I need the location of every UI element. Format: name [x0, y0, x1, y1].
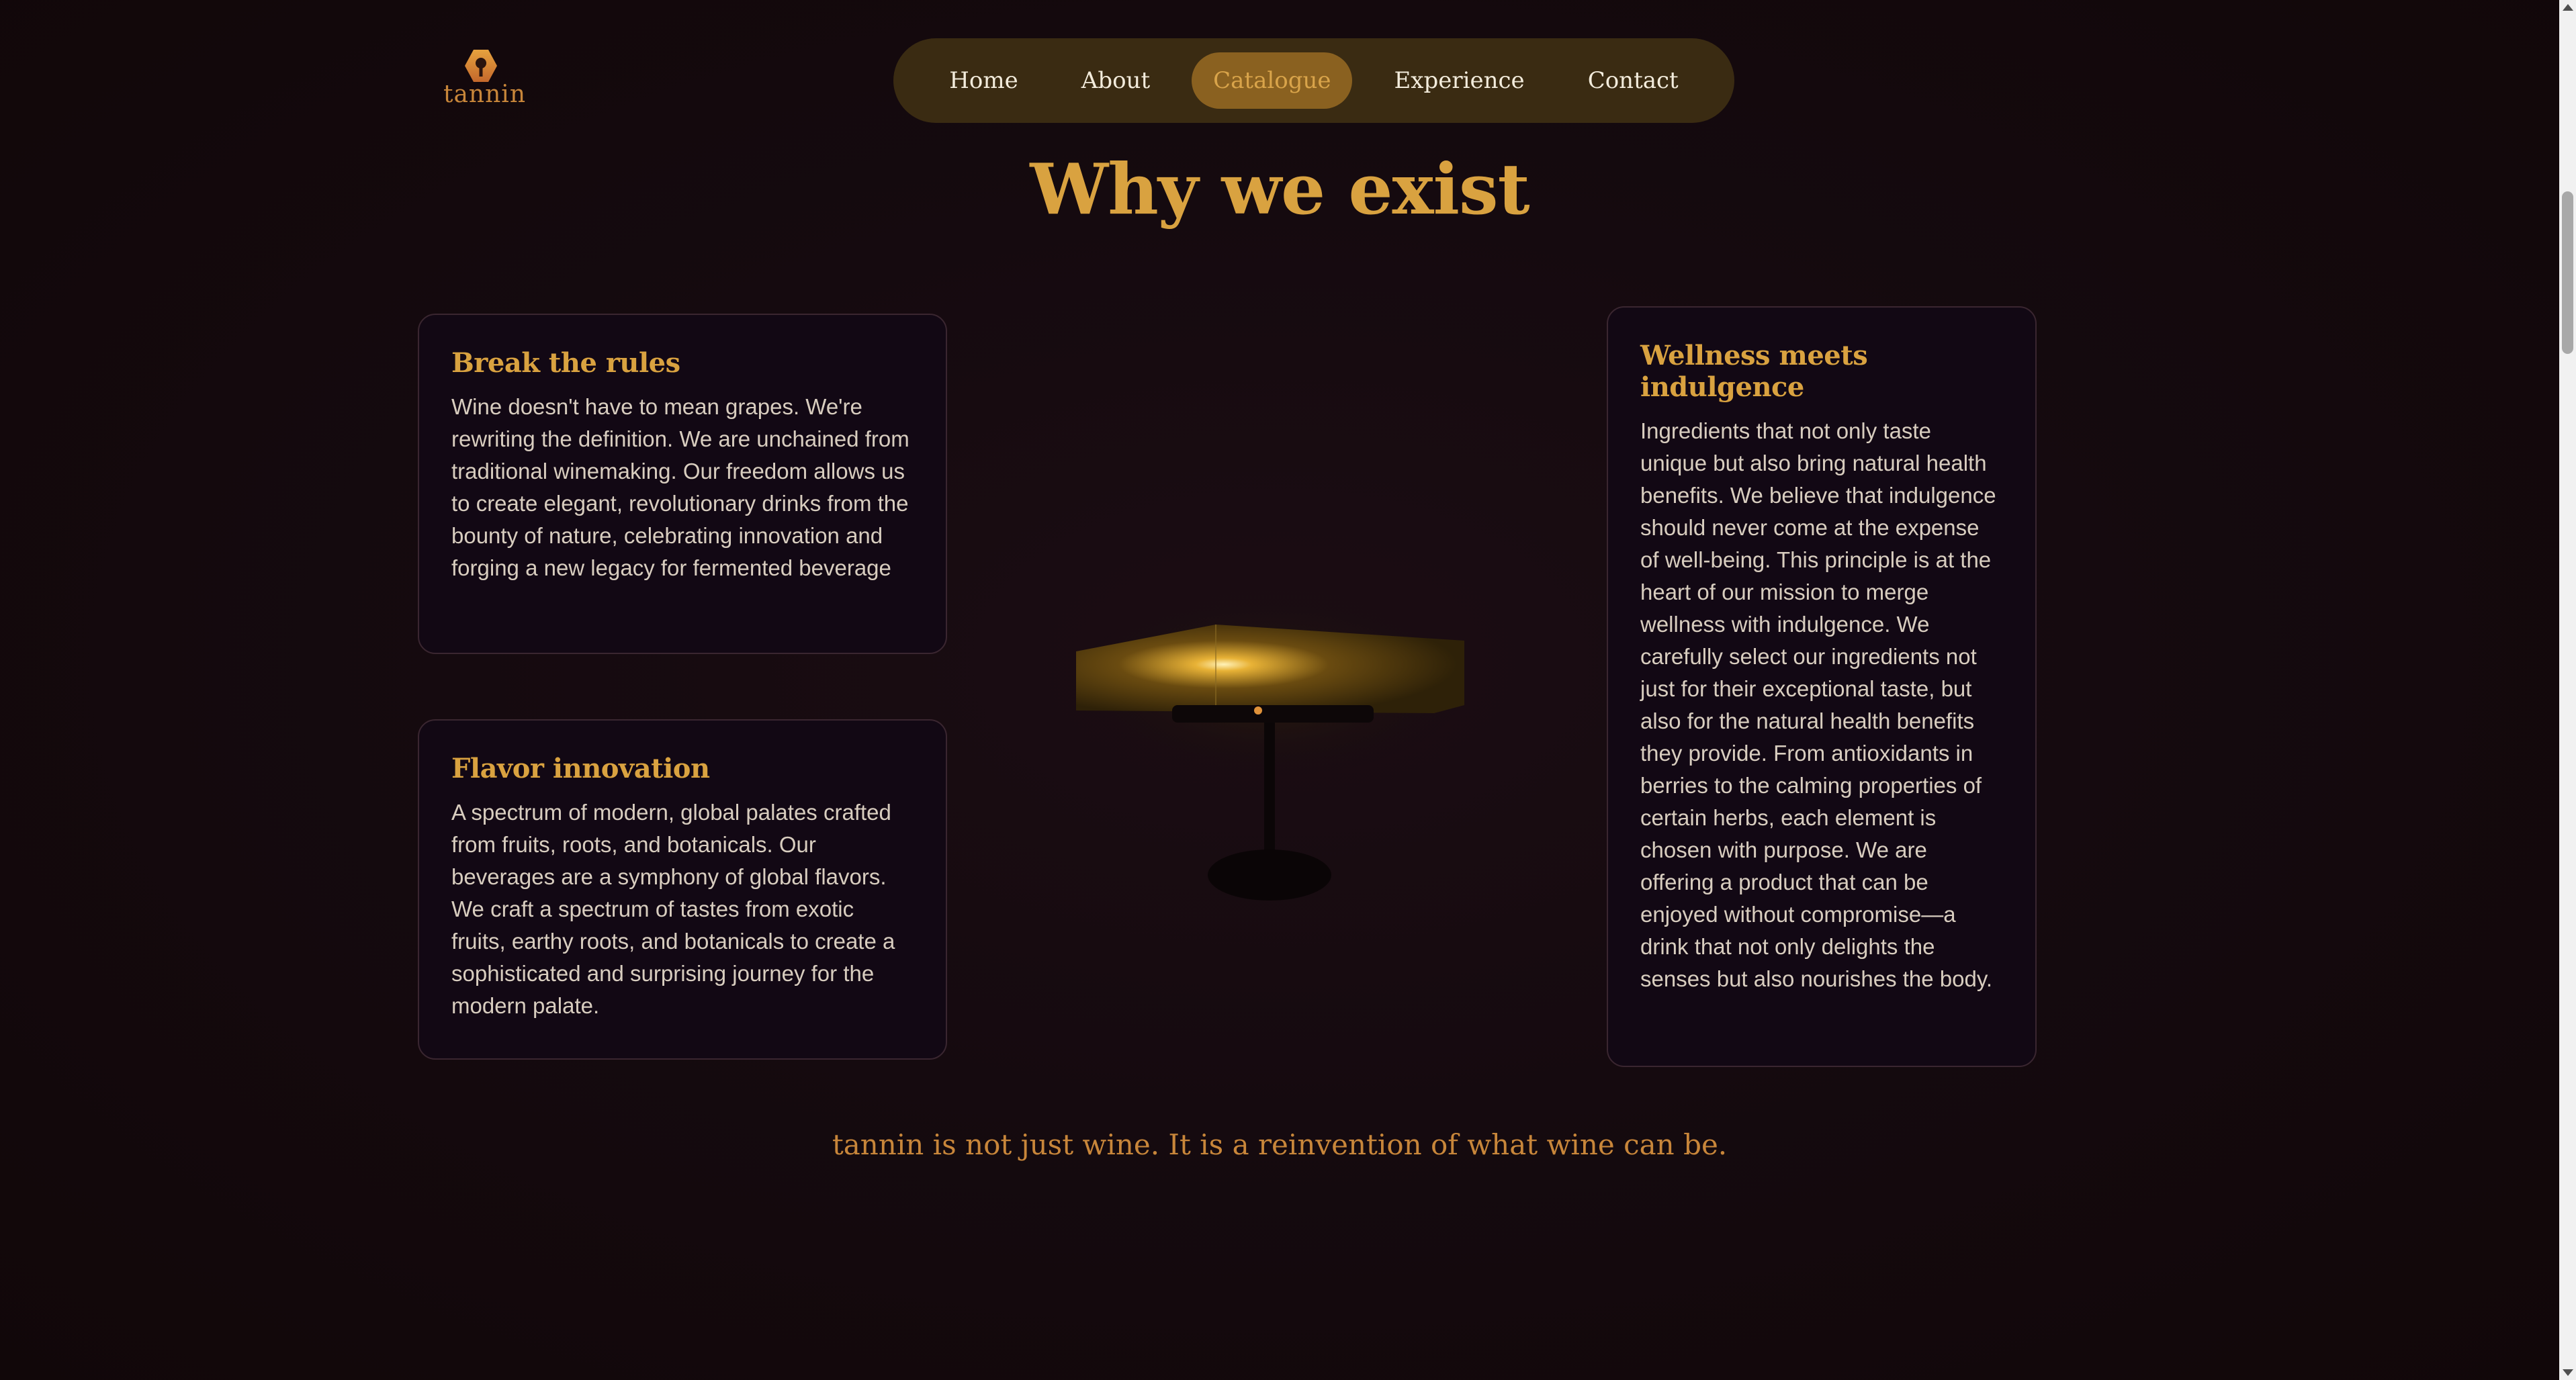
card-flavor-innovation: Flavor innovation A spectrum of modern, … — [418, 719, 947, 1060]
brand-logo[interactable]: tannin — [443, 48, 526, 116]
main-nav: Home About Catalogue Experience Contact — [893, 38, 1734, 123]
card-title: Wellness meets indulgence — [1640, 340, 1868, 403]
card-wellness-meets-indulgence: Wellness meets indulgence Ingredients th… — [1607, 306, 2037, 1067]
nav-item-catalogue[interactable]: Catalogue — [1192, 52, 1353, 109]
card-title: Flavor innovation — [451, 753, 710, 784]
nav-item-home[interactable]: Home — [928, 52, 1039, 109]
table-lamp-illustration — [1068, 604, 1471, 901]
card-body: A spectrum of modern, global palates cra… — [451, 800, 895, 1018]
logo-wordmark: tannin — [443, 81, 526, 108]
scroll-down-icon[interactable] — [2563, 1369, 2573, 1376]
tagline: tannin is not just wine. It is a reinven… — [832, 1128, 1728, 1161]
card-break-the-rules: Break the rules Wine doesn't have to mea… — [418, 314, 947, 654]
nav-item-contact[interactable]: Contact — [1566, 52, 1700, 109]
scrollbar-thumb[interactable] — [2562, 191, 2573, 354]
scroll-up-icon[interactable] — [2563, 4, 2573, 11]
card-body: Wine doesn't have to mean grapes. We're … — [451, 394, 909, 580]
card-body: Ingredients that not only taste unique b… — [1640, 418, 1996, 991]
nav-item-about[interactable]: About — [1060, 52, 1171, 109]
hexagon-logo-icon — [465, 50, 497, 82]
vertical-scrollbar[interactable] — [2559, 0, 2576, 1380]
nav-item-experience[interactable]: Experience — [1372, 52, 1546, 109]
page: tannin Home About Catalogue Experience C… — [0, 0, 2559, 1380]
page-title: Why we exist — [1030, 148, 1529, 230]
card-title: Break the rules — [451, 347, 680, 379]
